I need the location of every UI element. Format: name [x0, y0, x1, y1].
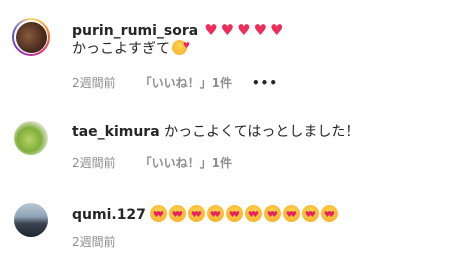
emoji-group: [146, 205, 338, 224]
star-eyes-icon: [301, 205, 319, 224]
star-eyes-icon: [263, 205, 281, 224]
star-eyes-icon: [187, 205, 205, 224]
username[interactable]: tae_kimura: [72, 124, 160, 140]
star-eyes-icon: [244, 205, 262, 224]
star-eyes-icon: [168, 205, 186, 224]
heart-icon: ♥: [220, 21, 235, 39]
comment-meta: 2週間前 「いいね！」1件 •••: [72, 74, 278, 91]
more-options-icon[interactable]: •••: [252, 76, 278, 90]
username[interactable]: qumi.127: [72, 207, 146, 223]
comment-meta: 2週間前: [72, 233, 116, 250]
avatar[interactable]: [14, 121, 48, 155]
avatar: [15, 21, 47, 53]
username[interactable]: purin_rumi_sora: [72, 23, 198, 39]
emoji-group: ♥ ♥ ♥ ♥ ♥: [198, 21, 284, 39]
star-eyes-icon: [149, 205, 167, 224]
heart-icon: ♥: [253, 21, 268, 39]
heart-icon: ♥: [237, 21, 251, 39]
comment-text-line: tae_kimura かっこよくてはっとしました！: [72, 123, 359, 141]
comment-text-line: purin_rumi_sora ♥ ♥ ♥ ♥ ♥: [72, 21, 283, 40]
comment-text: かっこよくてはっとしました！: [164, 124, 360, 140]
comment-time[interactable]: 2週間前: [72, 154, 116, 171]
star-eyes-icon: [282, 205, 300, 224]
likes-count[interactable]: 「いいね！」1件: [140, 154, 232, 171]
kissing-face-icon: [172, 37, 190, 55]
comment-text: かっこよすぎて: [72, 41, 170, 57]
comment-item: qumi.127 2週間前: [0, 185, 476, 263]
comment-meta: 2週間前 「いいね！」1件: [72, 154, 232, 171]
avatar[interactable]: [14, 203, 48, 237]
comment-text-line-2: かっこよすぎて: [72, 37, 190, 58]
star-eyes-icon: [225, 205, 243, 224]
comment-time[interactable]: 2週間前: [72, 74, 116, 91]
comment-text-line: qumi.127: [72, 205, 338, 224]
star-eyes-icon: [206, 205, 224, 224]
comment-item: tae_kimura かっこよくてはっとしました！ 2週間前 「いいね！」1件: [0, 100, 476, 185]
heart-icon: ♥: [270, 21, 284, 39]
heart-icon: ♥: [204, 21, 218, 39]
avatar-story-ring[interactable]: [12, 18, 50, 56]
likes-count[interactable]: 「いいね！」1件: [140, 74, 232, 91]
comment-item: purin_rumi_sora♥♥♥♥♥ かっこよすぎて 2週間前 「いいね！」…: [0, 0, 476, 100]
star-eyes-icon: [320, 205, 338, 224]
comment-time[interactable]: 2週間前: [72, 233, 116, 250]
